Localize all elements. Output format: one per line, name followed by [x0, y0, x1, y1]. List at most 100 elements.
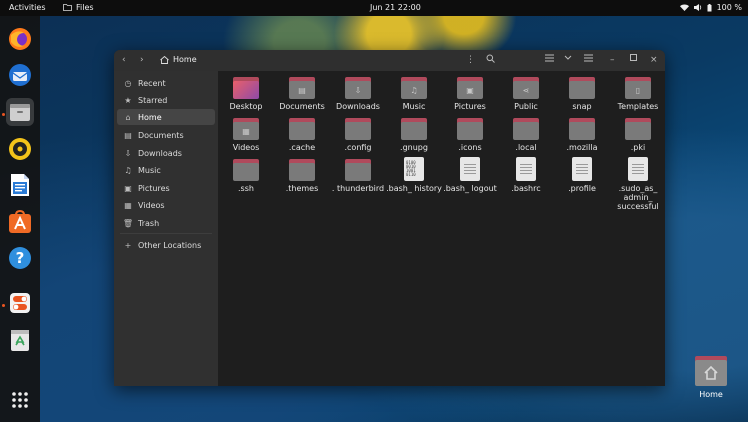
desktop-home-icon[interactable]: Home [692, 356, 730, 399]
maximize-button[interactable] [630, 54, 637, 64]
sidebar-item-home[interactable]: ⌂ Home [117, 109, 215, 125]
file-item-bash-history[interactable]: 0100 0010 1001 0110 .bash_ history [386, 157, 442, 193]
file-item-profile[interactable]: .profile [554, 157, 610, 193]
file-item-videos[interactable]: ▦ Videos [218, 118, 274, 152]
file-name: .cache [288, 143, 316, 152]
documents-folder-icon: ▤ [289, 77, 315, 99]
dock: ? [0, 16, 40, 422]
file-name: Videos [232, 143, 260, 152]
minimize-button[interactable]: – [610, 55, 615, 65]
plus-icon: + [124, 240, 132, 250]
view-options-button[interactable] [564, 53, 572, 64]
running-indicator [2, 304, 5, 307]
sidebar-item-label: Pictures [138, 183, 170, 193]
rhythmbox-icon [9, 138, 31, 160]
music-icon: ♫ [124, 165, 132, 175]
sidebar-item-documents[interactable]: ▤ Documents [117, 127, 215, 143]
folder-icon [233, 159, 259, 181]
file-item-bash-logout[interactable]: .bash_ logout [442, 157, 498, 193]
show-applications-button[interactable] [6, 386, 34, 414]
dock-item-settings[interactable] [6, 289, 34, 317]
svg-text:?: ? [16, 249, 25, 267]
main-menu-button[interactable] [584, 54, 593, 65]
sidebar-item-starred[interactable]: ★ Starred [117, 92, 215, 108]
video-icon: ▦ [124, 200, 132, 210]
file-name: .pki [630, 143, 646, 152]
dock-item-software[interactable] [6, 208, 34, 236]
dock-item-writer[interactable] [6, 171, 34, 199]
folder-icon [233, 77, 259, 99]
templates-folder-icon: ▯ [625, 77, 651, 99]
folder-icon [345, 118, 371, 140]
file-item-thunderbird[interactable]: . thunderbird [330, 159, 386, 193]
dock-item-files[interactable] [6, 98, 34, 126]
file-name: .bashrc [511, 184, 541, 193]
dock-item-rhythmbox[interactable] [6, 135, 34, 163]
dock-item-thunderbird[interactable] [6, 61, 34, 89]
file-item-bashrc[interactable]: .bashrc [498, 157, 554, 193]
header-bar: ‹ › Home ⋮ – × [114, 50, 665, 71]
app-menu-label: Files [76, 3, 94, 12]
text-file-icon [572, 157, 592, 181]
folder-icon [569, 77, 595, 99]
file-name: .bash_ logout [443, 184, 497, 193]
file-item-gnupg[interactable]: .gnupg [386, 118, 442, 152]
file-item-pictures[interactable]: ▣ Pictures [442, 77, 498, 111]
file-item-documents[interactable]: ▤ Documents [274, 77, 330, 111]
running-indicator [2, 113, 5, 116]
path-bar[interactable]: Home [160, 55, 197, 64]
file-item-themes[interactable]: .themes [274, 159, 330, 193]
activities-button[interactable]: Activities [9, 3, 46, 12]
file-item-public[interactable]: ⋖ Public [498, 77, 554, 111]
file-item-icons[interactable]: .icons [442, 118, 498, 152]
sidebar-item-recent[interactable]: ◷ Recent [117, 75, 215, 91]
sidebar-item-other-locations[interactable]: + Other Locations [117, 237, 215, 253]
files-window: ‹ › Home ⋮ – × ◷ Recent ★ Starred ⌂ Home ▤ D… [114, 50, 665, 386]
file-item-snap[interactable]: snap [554, 77, 610, 111]
file-item-sudo-as-admin-successful[interactable]: .sudo_as_ admin_ successful [610, 157, 665, 211]
volume-icon [693, 4, 701, 11]
firefox-icon [9, 28, 31, 50]
sidebar-item-trash[interactable]: 🗑 Trash [117, 215, 215, 231]
text-file-icon [516, 157, 536, 181]
file-item-mozilla[interactable]: .mozilla [554, 118, 610, 152]
list-view-button[interactable] [545, 54, 554, 65]
sidebar-item-pictures[interactable]: ▣ Pictures [117, 180, 215, 196]
file-item-local[interactable]: .local [498, 118, 554, 152]
clock[interactable]: Jun 21 22:00 [370, 3, 421, 12]
dock-item-help[interactable]: ? [6, 244, 34, 272]
file-item-music[interactable]: ♫ Music [386, 77, 442, 111]
back-button[interactable]: ‹ [122, 55, 126, 65]
file-item-desktop[interactable]: Desktop [218, 77, 274, 111]
app-grid-icon [12, 392, 28, 408]
file-view[interactable]: Desktop ▤ Documents ⇩ Downloads ♫ Music … [218, 71, 665, 386]
file-item-downloads[interactable]: ⇩ Downloads [330, 77, 386, 111]
folder-icon [457, 118, 483, 140]
folder-icon [401, 118, 427, 140]
sidebar-item-label: Downloads [138, 148, 182, 158]
dock-item-firefox[interactable] [6, 25, 34, 53]
sidebar-item-music[interactable]: ♫ Music [117, 162, 215, 178]
close-button[interactable]: × [650, 55, 658, 65]
downloads-folder-icon: ⇩ [345, 77, 371, 99]
system-tray[interactable]: 100 % [679, 3, 742, 12]
document-icon: ▤ [124, 130, 132, 140]
sidebar-item-label: Home [138, 112, 162, 122]
file-item-pki[interactable]: .pki [610, 118, 665, 152]
file-item-config[interactable]: .config [330, 118, 386, 152]
dock-item-trash[interactable] [6, 326, 34, 354]
file-name: .sudo_as_ admin_ successful [617, 184, 659, 211]
more-options-button[interactable]: ⋮ [466, 55, 475, 65]
file-item-cache[interactable]: .cache [274, 118, 330, 152]
sidebar-item-videos[interactable]: ▦ Videos [117, 197, 215, 213]
app-menu[interactable]: Files [63, 3, 94, 12]
file-item-templates[interactable]: ▯ Templates [610, 77, 665, 111]
sidebar-item-downloads[interactable]: ⇩ Downloads [117, 145, 215, 161]
file-name: .mozilla [566, 143, 598, 152]
search-button[interactable] [486, 54, 495, 66]
file-item-ssh[interactable]: .ssh [218, 159, 274, 193]
folder-icon [625, 118, 651, 140]
help-icon: ? [9, 247, 31, 269]
file-name: Documents [279, 102, 325, 111]
forward-button[interactable]: › [140, 55, 144, 65]
